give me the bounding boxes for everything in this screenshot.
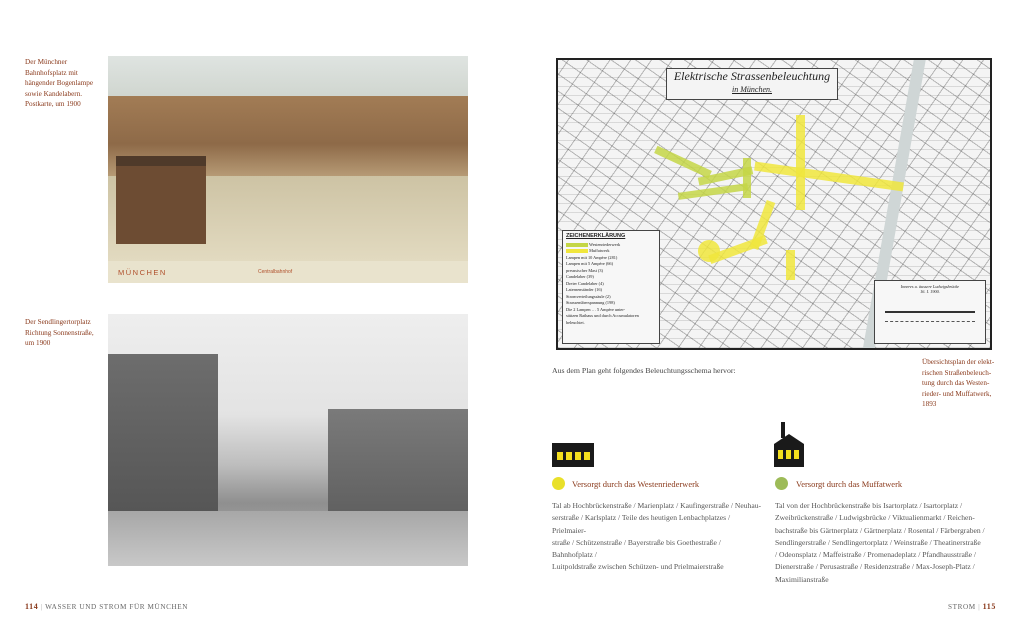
map-title-box: Elektrische Strassenbeleuchtung in Münch… bbox=[666, 68, 838, 100]
legend-swatch-muffat bbox=[566, 249, 588, 254]
map-inset-date: 16. I. 1900. bbox=[920, 289, 940, 294]
footer-left: 114 | WASSER UND STROM FÜR MÜNCHEN bbox=[25, 602, 189, 611]
plan-intro-text: Aus dem Plan geht folgendes Beleuchtungs… bbox=[552, 366, 736, 375]
west-section-title: Versorgt durch das Westenriederwerk bbox=[572, 479, 700, 489]
west-street-list: Tal ab Hochbrückenstraße / Marienplatz /… bbox=[552, 501, 762, 572]
map-legend-title: ZEICHENERKLÄRUNG bbox=[566, 233, 626, 239]
page-number-left: 114 bbox=[25, 602, 39, 611]
map-route-muffat-2 bbox=[796, 115, 805, 210]
street-lighting-map: Elektrische Strassenbeleuchtung in Münch… bbox=[556, 58, 992, 350]
photo-bahnhofplatz-postcard: MÜNCHEN Centralbahnhof bbox=[108, 56, 468, 283]
legend-swatch-west bbox=[566, 242, 588, 247]
photo-kiosk bbox=[116, 156, 206, 244]
map-subtitle: in München. bbox=[732, 85, 772, 94]
map-inset-bridge bbox=[885, 311, 975, 322]
map-inset-ludwigsbruecke: Inneres u. äussere Ludwigsbrücke 16. I. … bbox=[874, 280, 986, 344]
factory-icon-west bbox=[552, 443, 594, 467]
caption-map: Übersichtsplan der elekt- rischen Straße… bbox=[922, 358, 995, 408]
photo-building-left bbox=[108, 354, 218, 519]
muffat-section-title: Versorgt durch das Muffatwerk bbox=[796, 479, 903, 489]
west-dot-icon bbox=[552, 477, 565, 490]
running-head-left: WASSER UND STROM FÜR MÜNCHEN bbox=[45, 603, 189, 611]
caption-sendlingertorplatz: Der Sendlingertorplatz Richtung Sonnenst… bbox=[25, 318, 94, 347]
factory-icon-muffat bbox=[774, 422, 804, 467]
page-number-right: 115 bbox=[982, 602, 996, 611]
legend-row: beleuchtet. bbox=[566, 319, 585, 325]
map-route-muffat-5 bbox=[786, 250, 795, 280]
photo-sendlingertorplatz bbox=[108, 314, 468, 566]
photo-building-right bbox=[328, 409, 468, 519]
muffat-street-list: Tal von der Hochbrückenstraße bis Isarto… bbox=[775, 501, 985, 584]
footer-right: STROM | 115 bbox=[948, 602, 996, 611]
map-title: Elektrische Strassenbeleuchtung bbox=[673, 69, 831, 83]
muffat-dot-icon bbox=[775, 477, 788, 490]
map-route-west-3 bbox=[743, 158, 751, 198]
map-legend: ZEICHENERKLÄRUNG Westenriederwerk Muffat… bbox=[562, 230, 660, 344]
postcard-subtitle: Centralbahnhof bbox=[258, 269, 293, 275]
postcard-city-label: MÜNCHEN bbox=[118, 268, 167, 277]
caption-bahnhofplatz: Der Münchner Bahnhofsplatz mit hängender… bbox=[25, 58, 94, 108]
photo-street bbox=[108, 511, 468, 566]
running-head-right: STROM bbox=[948, 603, 976, 611]
map-route-muffat-6 bbox=[698, 240, 720, 262]
